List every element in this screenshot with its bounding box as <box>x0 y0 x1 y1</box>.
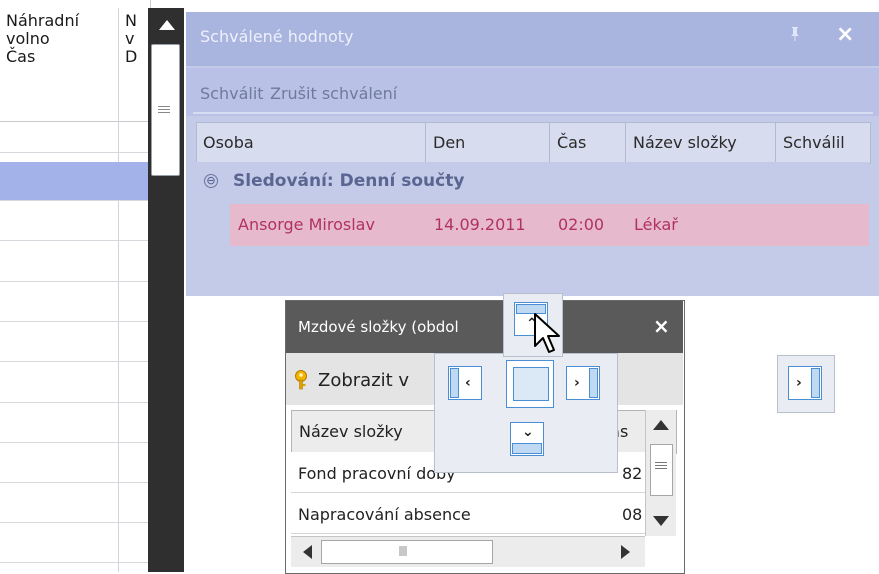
col-header-den[interactable]: Den <box>426 122 550 162</box>
col-header-schvalil[interactable]: Schválil <box>776 122 869 162</box>
cell-cas: 08 <box>622 505 643 524</box>
table-row[interactable] <box>0 321 148 322</box>
floating-window-close-button[interactable]: × <box>653 314 670 338</box>
dock-right-icon[interactable]: › <box>566 366 600 400</box>
mouse-cursor-icon <box>533 312 563 360</box>
col-header-cas[interactable]: Čas <box>550 122 626 162</box>
table-row[interactable] <box>0 361 148 362</box>
table-row[interactable] <box>0 240 148 241</box>
scroll-down-arrow-icon[interactable] <box>653 516 669 526</box>
cell-osoba: Ansorge Miroslav <box>238 215 375 234</box>
left-grid-col2-header[interactable]: N v D <box>125 12 150 66</box>
left-grid-vertical-scrollbar[interactable] <box>148 8 184 572</box>
empty-row <box>196 246 869 294</box>
cell-nazev: Fond pracovní doby <box>298 464 456 483</box>
table-row[interactable] <box>0 442 148 443</box>
cancel-approval-button[interactable]: Zrušit schválení <box>270 84 397 103</box>
cell-cas: 82 <box>622 464 643 483</box>
show-button[interactable]: Zobrazit v <box>318 370 409 391</box>
key-icon <box>292 370 310 390</box>
cell-cas: 02:00 <box>558 215 605 234</box>
table-row[interactable] <box>0 200 148 201</box>
dock-panel-right-icon[interactable]: › <box>788 366 822 400</box>
scrollbar-thumb[interactable] <box>650 444 673 496</box>
collapse-toggle-icon[interactable]: ⊖ <box>204 174 218 188</box>
floating-horizontal-scrollbar[interactable] <box>291 536 645 567</box>
panel-close-button[interactable]: × <box>836 22 854 47</box>
grip-icon <box>655 462 667 463</box>
grip-icon <box>399 546 407 556</box>
approve-button[interactable]: Schválit <box>200 84 264 103</box>
dock-bottom-icon[interactable]: ⌄ <box>510 422 544 456</box>
table-row[interactable] <box>0 482 148 483</box>
table-row[interactable] <box>0 281 148 282</box>
table-row[interactable] <box>0 152 148 153</box>
scrollbar-thumb[interactable] <box>151 44 180 176</box>
col-header-nazev-slozky[interactable]: Název složky <box>299 410 403 452</box>
panel-title: Schválené hodnoty <box>200 27 354 46</box>
table-row[interactable] <box>0 402 148 403</box>
pin-icon[interactable] <box>788 26 802 46</box>
cell-den: 14.09.2011 <box>434 215 526 234</box>
table-row[interactable] <box>0 562 148 563</box>
floating-window-title: Mzdové složky (obdol <box>298 318 459 336</box>
toolbar-divider <box>193 112 873 114</box>
grip-icon <box>158 106 170 107</box>
scroll-right-arrow-icon[interactable] <box>621 545 630 559</box>
scroll-left-arrow-icon[interactable] <box>303 545 312 559</box>
left-grid-col-divider <box>118 8 119 572</box>
col-header-osoba[interactable]: Osoba <box>196 122 426 162</box>
cell-nazev: Napracování absence <box>298 505 471 524</box>
scroll-up-arrow-icon[interactable] <box>159 20 175 30</box>
cell-nazev: Lékař <box>634 215 678 234</box>
dock-left-icon[interactable]: ‹ <box>448 366 482 400</box>
group-label: Sledování: Denní součty <box>233 171 465 191</box>
scrollbar-thumb[interactable] <box>321 540 493 564</box>
left-grid-col1-header[interactable]: Náhradní volno Čas <box>6 12 116 66</box>
col-header-nazev-slozky[interactable]: Název složky <box>626 122 776 162</box>
left-grid-selected-row[interactable] <box>0 162 148 200</box>
floating-vertical-scrollbar[interactable] <box>645 410 676 536</box>
dock-center-icon[interactable] <box>506 360 554 408</box>
scroll-up-arrow-icon[interactable] <box>653 420 669 430</box>
table-row[interactable] <box>0 522 148 523</box>
